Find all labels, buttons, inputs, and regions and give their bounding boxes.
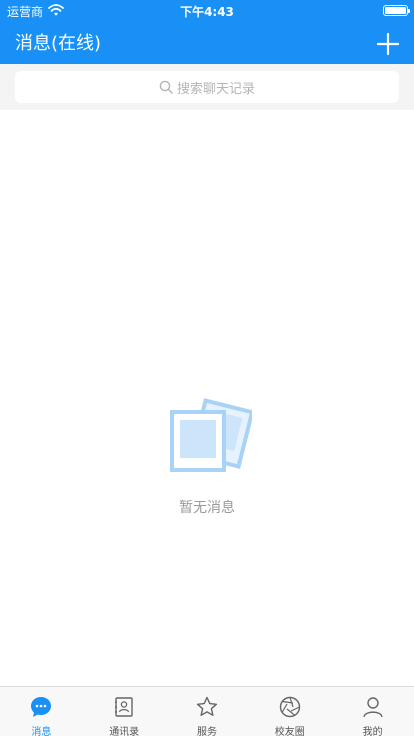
tab-bar: 消息 通讯录 服务 校友圈 我的 bbox=[0, 686, 414, 736]
tab-me[interactable]: 我的 bbox=[331, 687, 414, 736]
chat-bubble-icon bbox=[31, 697, 52, 717]
tab-label: 校友圈 bbox=[274, 727, 305, 736]
tab-label: 消息 bbox=[31, 727, 52, 736]
battery-icon bbox=[383, 5, 410, 16]
add-icon[interactable] bbox=[377, 33, 399, 55]
search-bar-area: 搜索聊天记录 bbox=[0, 64, 414, 110]
status-bar: 运营商 下午4:43 bbox=[0, 0, 414, 22]
empty-state-text: 暂无消息 bbox=[179, 500, 235, 516]
person-icon bbox=[362, 697, 383, 718]
star-icon bbox=[196, 696, 218, 716]
search-placeholder: 搜索聊天记录 bbox=[176, 81, 255, 97]
tab-label: 通讯录 bbox=[109, 727, 140, 736]
tab-label: 服务 bbox=[196, 727, 217, 736]
aperture-icon bbox=[279, 696, 300, 718]
empty-photos-icon bbox=[170, 398, 252, 472]
search-icon bbox=[159, 80, 173, 94]
status-time: 下午4:43 bbox=[180, 5, 234, 19]
contacts-icon bbox=[115, 697, 133, 717]
tab-messages[interactable]: 消息 bbox=[0, 687, 83, 736]
tab-label: 我的 bbox=[362, 727, 383, 736]
tab-contacts[interactable]: 通讯录 bbox=[83, 687, 166, 736]
app-header: 运营商 下午4:43 消息(在线) bbox=[0, 0, 414, 64]
page-title: 消息(在线) bbox=[15, 33, 102, 54]
tab-services[interactable]: 服务 bbox=[166, 687, 249, 736]
search-input[interactable]: 搜索聊天记录 bbox=[15, 71, 399, 103]
tab-alumni-circle[interactable]: 校友圈 bbox=[248, 687, 331, 736]
